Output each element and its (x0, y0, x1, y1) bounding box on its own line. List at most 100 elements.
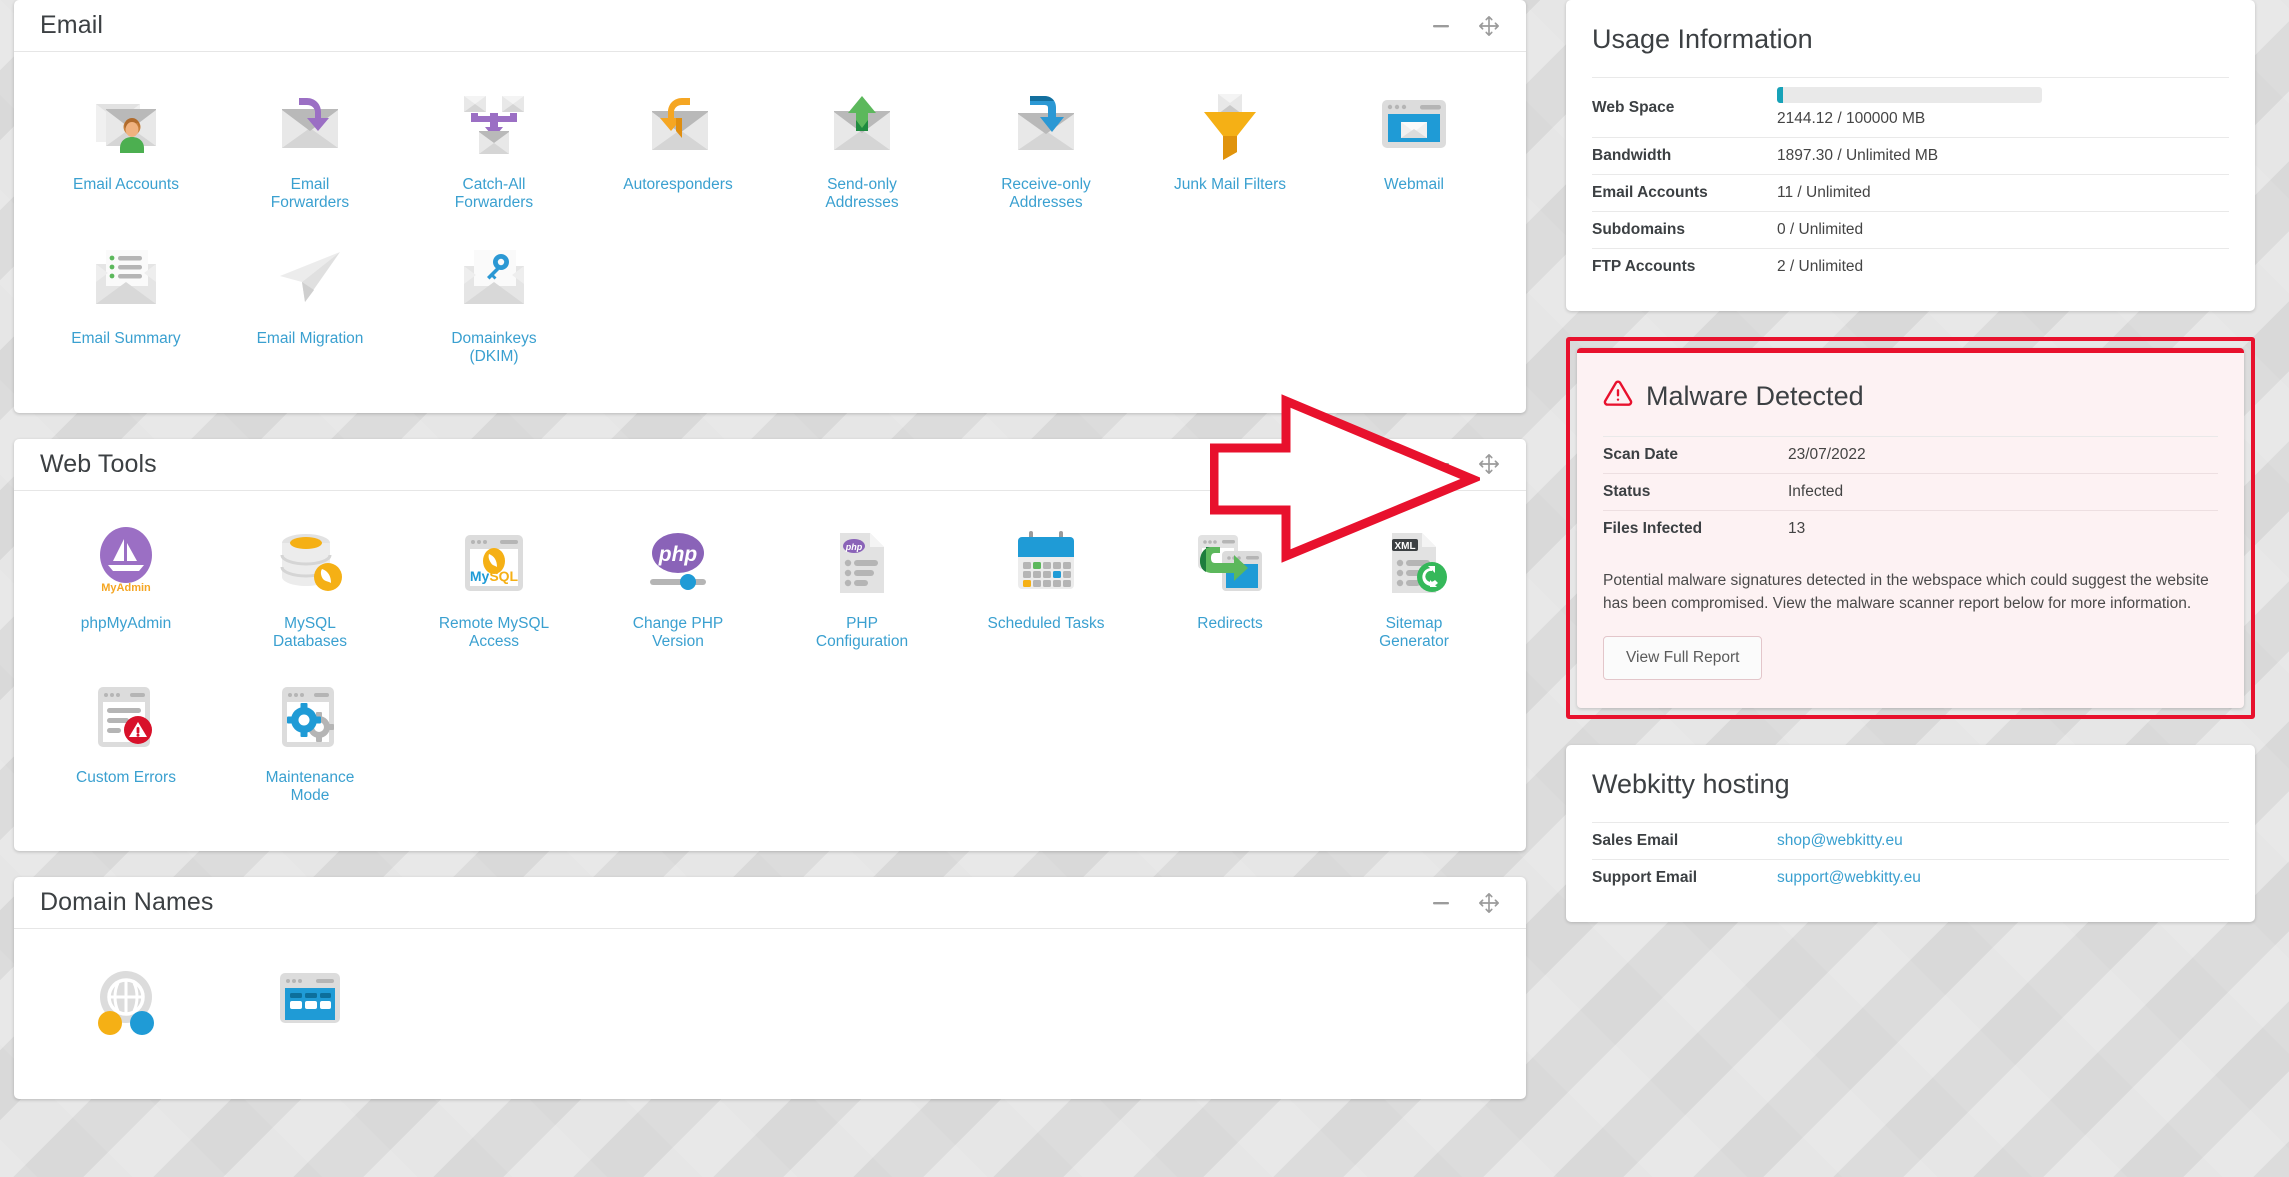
tile-label: Custom Errors (76, 768, 176, 786)
tile-label: phpMyAdmin (80, 614, 172, 632)
web-space-progress-fill (1777, 87, 1783, 103)
browser-error-icon (88, 679, 164, 755)
minimize-icon[interactable] (1430, 15, 1452, 37)
envelopes-merge-arrow-icon (456, 86, 532, 162)
tile-label: Email Migration (256, 330, 364, 348)
hosting-label-sales-email: Sales Email (1592, 831, 1679, 849)
minimize-icon[interactable] (1430, 892, 1452, 914)
card-web-tools-body: MyAdmin phpMyAdmin MySQL Databases MySQL… (14, 491, 1526, 852)
envelope-forward-arrow-icon (272, 86, 348, 162)
tile-domainkeys-dkim[interactable]: Domainkeys (DKIM) (402, 232, 586, 386)
browser-mysql-icon: MySQL (456, 525, 532, 601)
left-column: Email Email Accounts Email Forwarders Ca… (0, 0, 1540, 1125)
usage-row-email-accounts: Email Accounts 11 / Unlimited (1592, 174, 2229, 212)
browser-blue-icon (272, 963, 348, 1039)
hosting-row-sales-email: Sales Email shop@webkitty.eu (1592, 822, 2229, 859)
svg-text:MyAdmin: MyAdmin (101, 582, 151, 594)
tile-domain-globe[interactable] (34, 955, 218, 1073)
tile-label: Scheduled Tasks (987, 614, 1105, 632)
usage-label-web-space: Web Space (1592, 98, 1675, 116)
move-icon[interactable] (1478, 453, 1500, 475)
tile-label: Email Forwarders (270, 176, 350, 212)
card-web-tools: Web Tools MyAdmin phpMyAdmin MySQL Datab… (14, 438, 1526, 852)
tile-webmail[interactable]: Webmail (1322, 78, 1506, 232)
svg-text:XML: XML (1394, 541, 1415, 552)
tile-label: Sitemap Generator (1379, 614, 1449, 650)
browser-gears-icon (272, 679, 348, 755)
malware-row-files-infected: Files Infected 13 (1603, 510, 2218, 548)
envelope-up-arrow-icon (824, 86, 900, 162)
support-email-link[interactable]: support@webkitty.eu (1777, 869, 1921, 886)
malware-title: Malware Detected (1646, 381, 1864, 411)
calendar-icon (1008, 525, 1084, 601)
malware-label-files-infected: Files Infected (1603, 520, 1703, 537)
tile-email-forwarders[interactable]: Email Forwarders (218, 78, 402, 232)
tile-label: MySQL Databases (272, 614, 348, 650)
malware-row-scan-date: Scan Date 23/07/2022 (1603, 436, 2218, 474)
usage-row-subdomains: Subdomains 0 / Unlimited (1592, 211, 2229, 249)
tile-autoresponders[interactable]: Autoresponders (586, 78, 770, 232)
tile-catch-all-forwarders[interactable]: Catch-All Forwarders (402, 78, 586, 232)
usage-row-web-space: Web Space 2144.12 / 100000 MB (1592, 77, 2229, 138)
tile-redirects[interactable]: Redirects (1138, 517, 1322, 671)
tile-php-configuration[interactable]: php PHP Configuration (770, 517, 954, 671)
tile-email-summary[interactable]: Email Summary (34, 232, 218, 386)
tile-email-migration[interactable]: Email Migration (218, 232, 402, 386)
minimize-icon[interactable] (1430, 453, 1452, 475)
web-tools-icon-grid: MyAdmin phpMyAdmin MySQL Databases MySQL… (34, 517, 1506, 826)
php-document-icon: php (824, 525, 900, 601)
panel-malware-detected: Malware Detected Scan Date 23/07/2022 St… (1577, 348, 2244, 708)
card-web-tools-actions (1430, 453, 1500, 475)
tile-remote-mysql-access[interactable]: MySQL Remote MySQL Access (402, 517, 586, 671)
tile-phpmyadmin[interactable]: MyAdmin phpMyAdmin (34, 517, 218, 671)
malware-label-status: Status (1603, 483, 1651, 500)
svg-text:php: php (845, 542, 863, 552)
svg-text:php: php (658, 543, 698, 566)
tile-sitemap-generator[interactable]: XML Sitemap Generator (1322, 517, 1506, 671)
usage-row-ftp-accounts: FTP Accounts 2 / Unlimited (1592, 248, 2229, 286)
tile-domain-browser[interactable] (218, 955, 402, 1073)
email-icon-grid: Email Accounts Email Forwarders Catch-Al… (34, 78, 1506, 387)
tile-label: Catch-All Forwarders (454, 176, 534, 212)
tile-receive-only-addresses[interactable]: Receive-only Addresses (954, 78, 1138, 232)
browser-redirect-arrow-icon (1192, 525, 1268, 601)
funnel-envelope-icon (1192, 86, 1268, 162)
view-full-report-button[interactable]: View Full Report (1603, 635, 1763, 680)
tile-label: Send-only Addresses (825, 176, 899, 212)
paper-plane-icon (272, 240, 348, 316)
card-email-actions (1430, 15, 1500, 37)
tile-email-accounts[interactable]: Email Accounts (34, 78, 218, 232)
tile-change-php-version[interactable]: php Change PHP Version (586, 517, 770, 671)
hosting-table: Sales Email shop@webkitty.eu Support Ema… (1592, 822, 2229, 896)
card-email-body: Email Accounts Email Forwarders Catch-Al… (14, 52, 1526, 413)
tile-mysql-databases[interactable]: MySQL Databases (218, 517, 402, 671)
move-icon[interactable] (1478, 15, 1500, 37)
card-web-tools-title: Web Tools (40, 449, 157, 478)
tile-send-only-addresses[interactable]: Send-only Addresses (770, 78, 954, 232)
card-email: Email Email Accounts Email Forwarders Ca… (14, 0, 1526, 413)
tile-label: Remote MySQL Access (438, 614, 550, 650)
web-space-progress-wrap: 2144.12 / 100000 MB (1777, 87, 2229, 128)
browser-envelope-icon (1376, 86, 1452, 162)
tile-maintenance-mode[interactable]: Maintenance Mode (218, 671, 402, 825)
usage-table: Web Space 2144.12 / 100000 MB Bandwidth … (1592, 77, 2229, 285)
tile-label: Email Summary (71, 330, 181, 348)
envelope-reply-arrow-icon (640, 86, 716, 162)
card-domain-names-header: Domain Names (14, 877, 1526, 929)
envelope-key-icon (456, 240, 532, 316)
malware-highlight-box: Malware Detected Scan Date 23/07/2022 St… (1566, 337, 2255, 719)
tile-scheduled-tasks[interactable]: Scheduled Tasks (954, 517, 1138, 671)
warning-triangle-icon (1603, 379, 1633, 414)
tile-label: Autoresponders (623, 176, 733, 193)
usage-label-subdomains: Subdomains (1592, 221, 1686, 238)
tile-custom-errors[interactable]: Custom Errors (34, 671, 218, 825)
globe-gear-icon (88, 963, 164, 1039)
move-icon[interactable] (1478, 892, 1500, 914)
phpmyadmin-icon: MyAdmin (88, 525, 164, 601)
usage-value-ftp-accounts: 2 / Unlimited (1777, 258, 1864, 275)
sales-email-link[interactable]: shop@webkitty.eu (1777, 832, 1903, 849)
tile-label: Maintenance Mode (265, 768, 355, 804)
domain-names-icon-grid (34, 955, 1506, 1073)
usage-row-bandwidth: Bandwidth 1897.30 / Unlimited MB (1592, 137, 2229, 175)
tile-junk-mail-filters[interactable]: Junk Mail Filters (1138, 78, 1322, 232)
